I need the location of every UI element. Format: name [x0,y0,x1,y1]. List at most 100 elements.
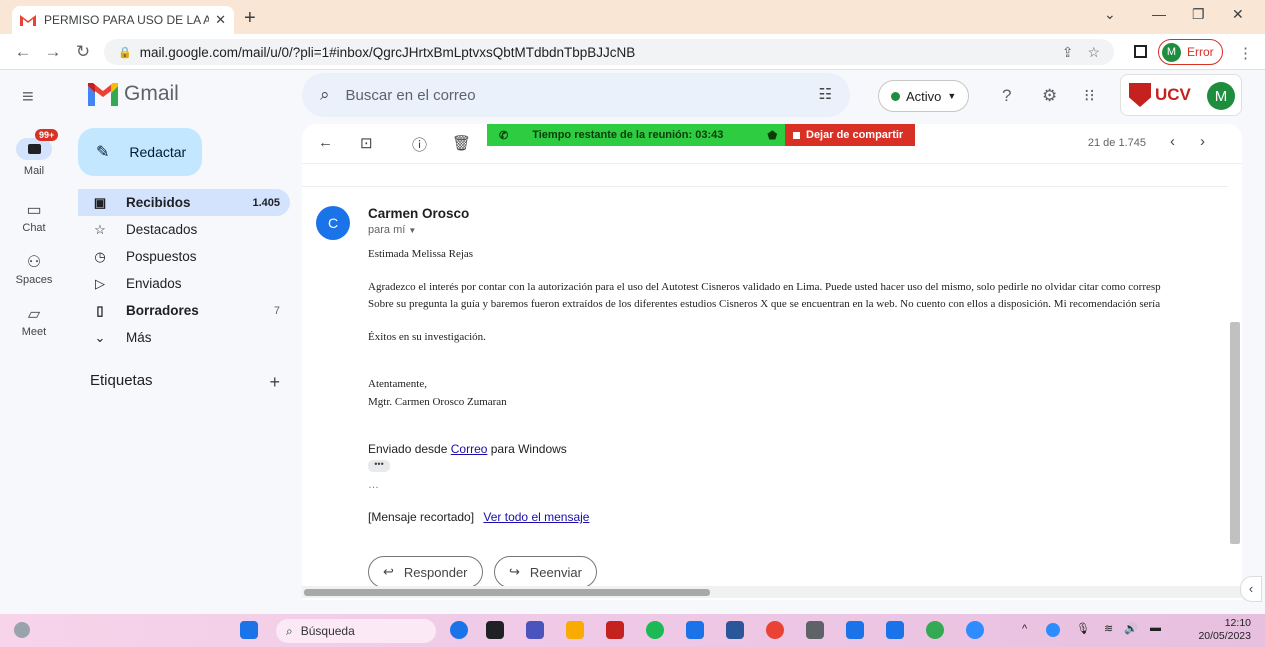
sender-name[interactable]: Carmen Orosco [368,206,469,221]
clock-date: 20/05/2023 [1198,630,1251,642]
address-bar[interactable]: 🔒 mail.google.com/mail/u/0/?pli=1#inbox/… [104,39,1114,65]
search-input[interactable]: Buscar en el correo [346,87,476,104]
recipient-details[interactable]: para mí ▼ [368,224,416,236]
tray-chevron-up-icon[interactable]: ^ [1022,623,1027,635]
volume-icon[interactable]: 🔊 [1124,622,1138,635]
tab-search-icon[interactable]: ⌄ [1104,6,1116,23]
show-trimmed-content-button[interactable]: ••• [368,460,390,472]
nav-inbox[interactable]: ▣ Recibidos 1.405 [78,189,290,216]
meeting-timer: Tiempo restante de la reunión: 03:43 [532,129,724,141]
taskbar-search[interactable]: ⌕ Búsqueda [276,619,436,643]
nav-sent[interactable]: ▷ Enviados [78,270,290,297]
sent-from-line: Enviado desde Correo para Windows [368,442,567,456]
file-explorer-icon[interactable] [566,621,584,639]
chevron-down-icon: ⌄ [94,329,106,345]
reply-button[interactable]: ↩ Responder [368,556,483,588]
sender-avatar[interactable]: C [316,206,350,240]
status-selector[interactable]: Activo ▼ [878,80,970,112]
windows-start-icon[interactable] [240,621,258,639]
main-menu-icon[interactable]: ≡ [22,86,34,109]
delete-icon[interactable]: 🗑 [452,134,471,152]
back-icon[interactable]: ← [8,42,38,62]
forward-icon: ↪ [509,564,520,579]
shield-icon: ⬟ [767,129,777,142]
app-monitor-icon[interactable] [846,621,864,639]
mail-search-box[interactable]: ⌕ Buscar en el correo ☷ [302,73,850,117]
rail-meet[interactable]: ▱ Meet [0,304,68,338]
browser-menu-icon[interactable]: ⋮ [1238,44,1253,62]
teamviewer-icon[interactable] [886,621,904,639]
nav-starred[interactable]: ☆ Destacados [78,216,290,243]
teams-icon[interactable] [526,621,544,639]
share-icon[interactable]: ⇪ [1062,44,1074,61]
nav-snoozed[interactable]: ◷ Pospuestos [78,243,290,270]
rail-label: Meet [21,326,47,338]
report-spam-icon[interactable]: ⓘ [412,134,427,155]
rail-spaces[interactable]: ⚇ Spaces [0,252,68,286]
app-window-icon[interactable] [806,621,824,639]
new-tab-icon[interactable]: + [244,8,256,28]
nav-drafts[interactable]: ▯ Borradores 7 [78,297,290,324]
zoom-meetings-icon[interactable] [686,621,704,639]
tray-zoom-icon[interactable] [1046,623,1060,637]
chrome-icon[interactable] [766,621,784,639]
apps-grid-icon[interactable]: ⁝⁝ [1084,86,1095,106]
minimize-icon[interactable]: — [1152,6,1166,22]
restore-icon[interactable]: ❐ [1192,6,1205,23]
spotify-icon[interactable] [646,621,664,639]
chevron-down-icon: ▼ [947,91,957,101]
account-avatar[interactable]: M [1207,82,1235,110]
correo-link[interactable]: Correo [451,442,488,456]
status-dot-icon [891,91,900,101]
phone-icon: ✆ [499,129,509,142]
newer-message-icon[interactable]: ‹ [1170,133,1175,150]
reload-icon[interactable]: ↻ [68,42,98,62]
compose-button[interactable]: ✎ Redactar [78,128,202,176]
bookmark-star-icon[interactable]: ☆ [1087,44,1100,61]
task-view-icon[interactable] [486,621,504,639]
gmail-logo[interactable]: Gmail [88,82,179,106]
help-icon[interactable]: ? [1002,86,1011,106]
close-window-icon[interactable]: ✕ [1232,6,1244,23]
ucv-shield-icon [1129,83,1151,107]
profile-button[interactable]: M Error [1158,39,1223,65]
nav-more[interactable]: ⌄ Más [78,324,290,351]
horizontal-scroll-thumb[interactable] [304,589,710,596]
side-panel-icon[interactable] [1134,45,1147,58]
system-clock[interactable]: 12:10 20/05/2023 [1198,617,1251,643]
app-b-icon[interactable] [450,621,468,639]
search-options-icon[interactable]: ☷ [819,85,832,103]
close-tab-icon[interactable]: ✕ [215,12,226,28]
older-message-icon[interactable]: › [1200,133,1205,150]
chrome-profile-icon[interactable] [926,621,944,639]
rail-mail[interactable]: 99+ Mail [0,129,68,177]
ellipsis: … [368,479,379,491]
word-icon[interactable] [726,621,744,639]
archive-icon[interactable]: ⊡ [360,134,373,152]
settings-gear-icon[interactable]: ⚙ [1042,86,1057,106]
wifi-icon[interactable]: ≋ [1104,622,1113,635]
view-full-message-link[interactable]: Ver todo el mensaje [483,510,589,524]
nav-label: Destacados [126,222,198,237]
search-icon: ⌕ [286,623,293,638]
netflix-icon[interactable] [606,621,624,639]
forward-icon[interactable]: → [38,42,68,62]
drafts-count: 7 [273,304,280,317]
microphone-icon[interactable]: 🎙 [1076,622,1090,635]
battery-icon[interactable]: ▬ [1150,622,1161,634]
weather-icon[interactable] [14,622,30,638]
stop-sharing-button[interactable]: Dejar de compartir [785,124,915,146]
zoom-icon[interactable] [966,621,984,639]
nav-label: Pospuestos [126,249,197,264]
vertical-scrollbar[interactable] [1230,322,1240,544]
side-panel-toggle-icon[interactable]: ‹ [1240,576,1262,602]
add-label-icon[interactable]: + [269,372,280,393]
rail-chat[interactable]: ▭ Chat [0,200,68,234]
search-icon[interactable]: ⌕ [320,85,330,105]
forward-button[interactable]: ↪ Reenviar [494,556,597,588]
back-to-inbox-icon[interactable]: ← [318,134,333,151]
rail-label: Mail [23,165,45,177]
browser-tab[interactable]: PERMISO PARA USO DE LA ADAP ✕ [12,6,234,34]
horizontal-scrollbar[interactable] [302,586,1242,598]
pencil-icon: ✎ [96,144,110,161]
